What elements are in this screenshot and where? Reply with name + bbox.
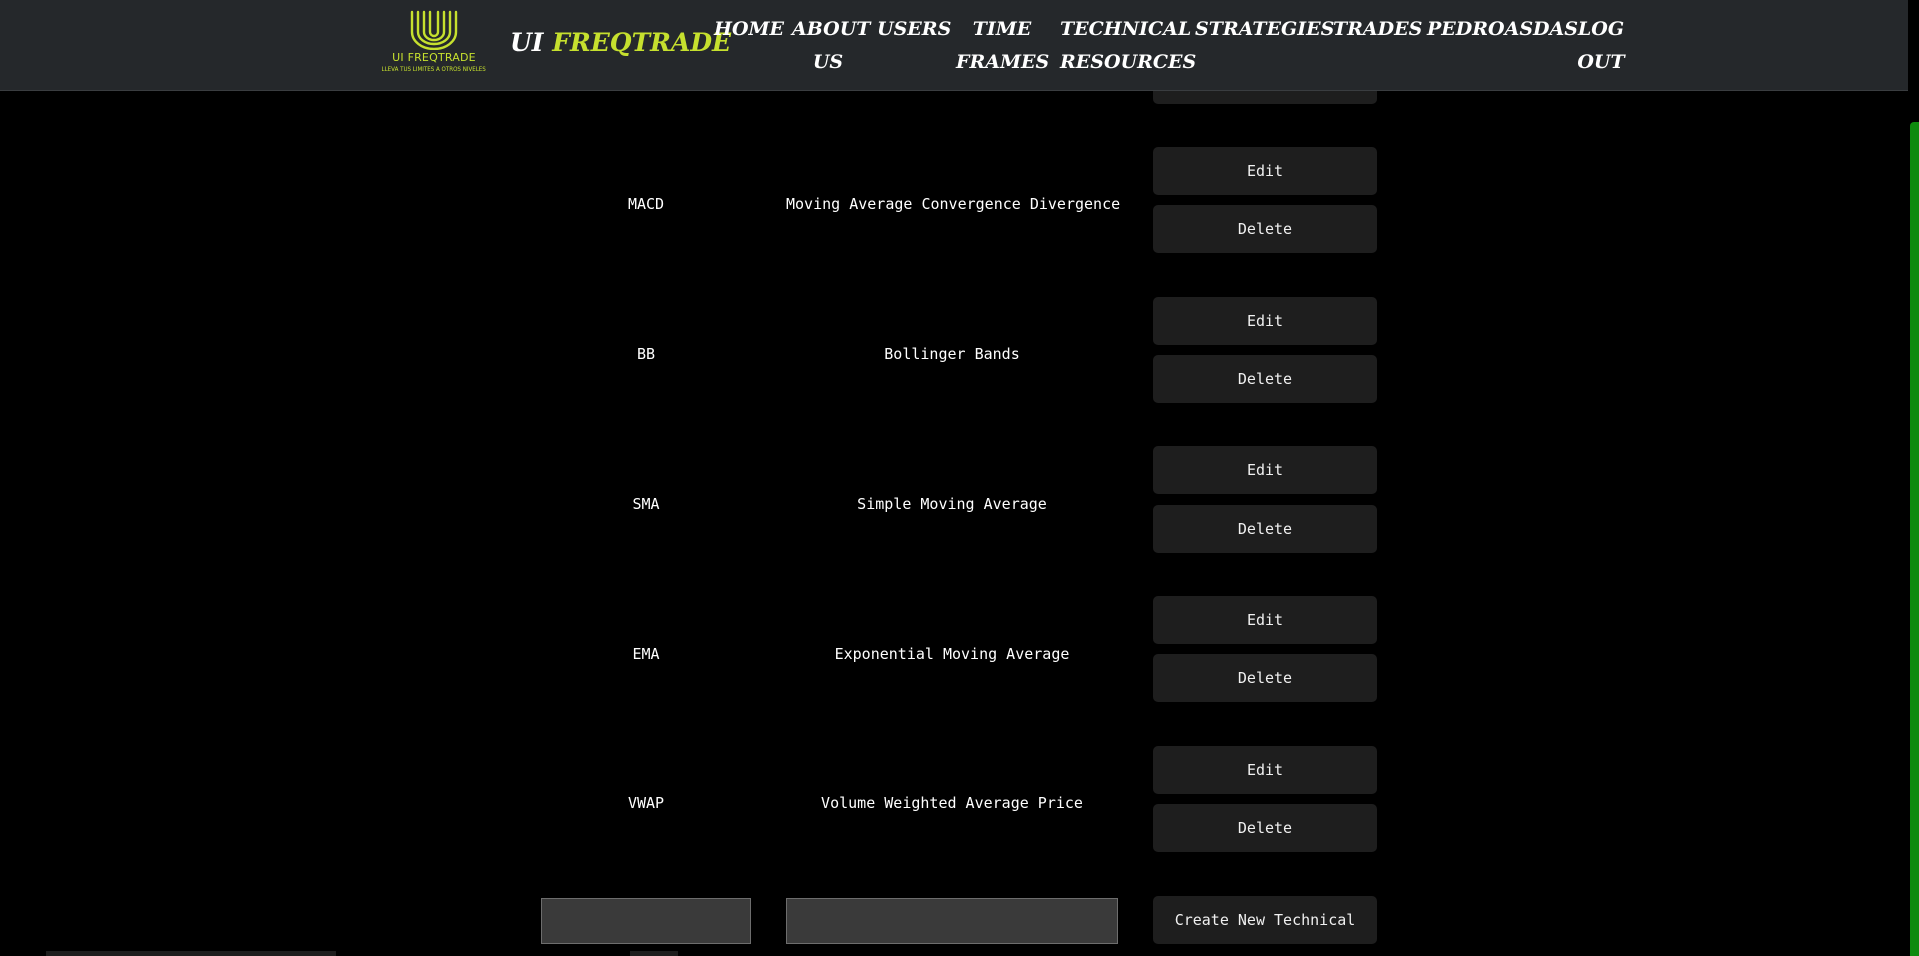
- technical-code-input[interactable]: [541, 898, 751, 944]
- technical-name: Simple Moving Average: [857, 495, 1047, 513]
- nav-trades[interactable]: TRADES: [1333, 13, 1422, 46]
- u-logo-icon: [410, 10, 458, 50]
- delete-button[interactable]: Delete: [1153, 505, 1377, 553]
- nav-logout[interactable]: LOG OUT: [1576, 13, 1626, 79]
- bottom-divider: [46, 951, 336, 956]
- technical-code: MACD: [627, 195, 665, 213]
- logo-title: UI FREQTRADE: [392, 51, 476, 64]
- scrollbar-thumb[interactable]: [1910, 122, 1919, 956]
- nav-about-line2: US: [812, 51, 844, 73]
- technical-code: VWAP: [627, 794, 665, 812]
- nav-home[interactable]: HOME: [714, 13, 784, 46]
- nav-logout-line2: OUT: [1577, 51, 1625, 73]
- technical-name: Bollinger Bands: [884, 345, 1020, 363]
- nav-timeframes-line2: FRAMES: [956, 51, 1050, 73]
- technical-code: BB: [636, 345, 656, 363]
- edit-button[interactable]: Edit: [1153, 446, 1377, 494]
- technical-name: Moving Average Convergence Divergence: [786, 195, 1121, 213]
- brand-name-part1: UI: [510, 28, 544, 57]
- delete-button[interactable]: Delete: [1153, 654, 1377, 702]
- delete-button[interactable]: Delete: [1153, 804, 1377, 852]
- delete-button[interactable]: Delete: [1153, 205, 1377, 253]
- technical-code: SMA: [632, 495, 660, 513]
- technical-code: EMA: [632, 645, 660, 663]
- edit-button[interactable]: Edit: [1153, 596, 1377, 644]
- nav-strategies[interactable]: STRATEGIES: [1195, 13, 1334, 46]
- brand-logo[interactable]: UI FREQTRADE LLEVA TUS LIMITES A OTROS N…: [373, 10, 495, 82]
- nav-technical-resources[interactable]: TECHNICAL RESOURCES: [1060, 13, 1196, 79]
- bottom-divider: [630, 951, 678, 956]
- nav-about-us[interactable]: ABOUT US: [792, 13, 870, 79]
- brand-name-part2: FREQTRADE: [552, 28, 732, 57]
- brand-name[interactable]: UI FREQTRADE: [510, 28, 731, 57]
- nav-technical-line2: RESOURCES: [1060, 51, 1197, 73]
- delete-button[interactable]: Delete: [1153, 355, 1377, 403]
- technical-name: Exponential Moving Average: [834, 645, 1070, 663]
- technical-name: Volume Weighted Average Price: [821, 794, 1083, 812]
- nav-users[interactable]: USERS: [877, 13, 951, 46]
- nav-user-profile[interactable]: PEDROASDAS: [1427, 13, 1578, 46]
- edit-button[interactable]: Edit: [1153, 297, 1377, 345]
- edit-button[interactable]: Edit: [1153, 746, 1377, 794]
- nav-technical-line1: TECHNICAL: [1060, 18, 1192, 40]
- nav-timeframes-line1: TIME: [972, 18, 1032, 40]
- edit-button[interactable]: Edit: [1153, 147, 1377, 195]
- logo-tagline: LLEVA TUS LIMITES A OTROS NIVELES: [381, 66, 487, 73]
- nav-time-frames[interactable]: TIME FRAMES: [956, 13, 1050, 79]
- technical-name-input[interactable]: [786, 898, 1118, 944]
- nav-about-line1: ABOUT: [792, 18, 871, 40]
- create-technical-button[interactable]: Create New Technical: [1153, 896, 1377, 944]
- top-navbar: UI FREQTRADE LLEVA TUS LIMITES A OTROS N…: [0, 0, 1908, 91]
- nav-logout-line1: LOG: [1577, 18, 1625, 40]
